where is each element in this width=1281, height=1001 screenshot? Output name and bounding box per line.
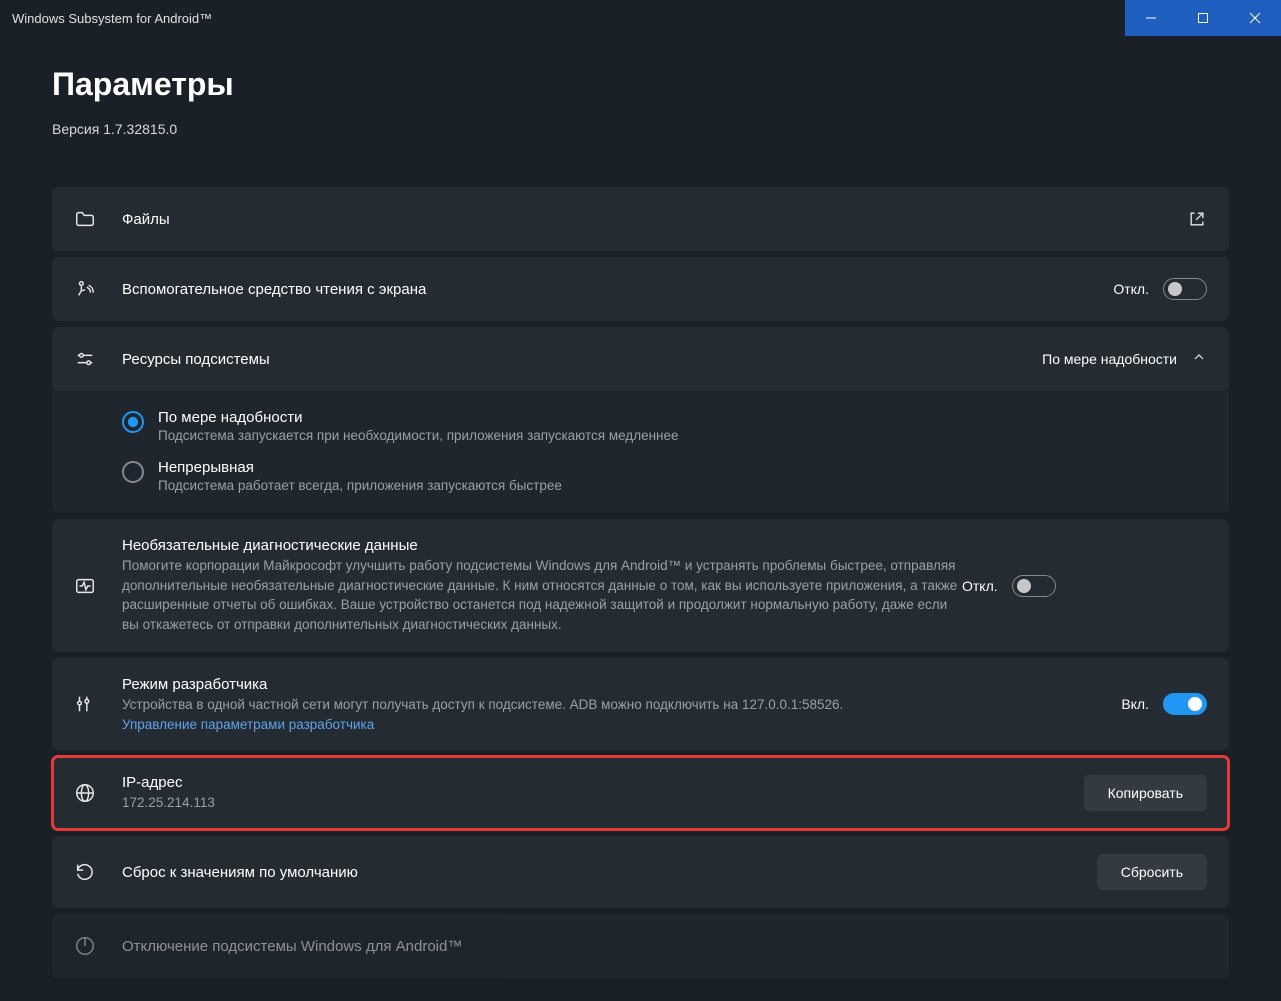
ip-value: 172.25.214.113 [122,793,1084,813]
option-title: По мере надобности [158,409,679,426]
developer-settings-link[interactable]: Управление параметрами разработчика [122,717,1121,732]
maximize-icon [1197,12,1209,24]
window-title: Windows Subsystem for Android™ [12,11,212,26]
screen-reader-status: Откл. [1113,281,1149,297]
developer-status: Вкл. [1121,696,1149,712]
undo-icon [74,861,122,883]
radio-icon [122,461,144,483]
diagnostics-toggle[interactable] [1012,575,1056,597]
resources-label: Ресурсы подсистемы [122,351,1042,368]
screen-reader-toggle[interactable] [1163,278,1207,300]
folder-icon [74,208,122,230]
minimize-icon [1145,12,1157,24]
shutdown-row: Отключение подсистемы Windows для Androi… [52,914,1229,978]
content-area: Параметры Версия 1.7.32815.0 Файлы Вспом… [0,36,1281,978]
option-title: Непрерывная [158,459,562,476]
resources-value: По мере надобности [1042,351,1177,367]
external-link-icon [1187,209,1207,229]
diagnostics-status: Откл. [962,578,998,594]
screen-reader-label: Вспомогательное средство чтения с экрана [122,281,1113,298]
activity-icon [74,575,122,597]
page-title: Параметры [52,66,1229,103]
resources-option-continuous[interactable]: Непрерывная Подсистема работает всегда, … [122,459,1207,493]
developer-desc: Устройства в одной частной сети могут по… [122,695,1121,715]
ip-address-row: IP-адрес 172.25.214.113 Копировать [52,756,1229,831]
resources-options: По мере надобности Подсистема запускаетс… [52,391,1229,513]
developer-toggle[interactable] [1163,693,1207,715]
option-desc: Подсистема запускается при необходимости… [158,428,679,443]
maximize-button[interactable] [1177,0,1229,36]
power-icon [74,935,122,957]
developer-title: Режим разработчика [122,676,1121,693]
reset-button[interactable]: Сбросить [1097,854,1207,890]
resources-option-as-needed[interactable]: По мере надобности Подсистема запускаетс… [122,409,1207,443]
developer-row: Режим разработчика Устройства в одной ча… [52,658,1229,750]
diagnostics-title: Необязательные диагностические данные [122,537,962,554]
files-row[interactable]: Файлы [52,187,1229,251]
globe-icon [74,782,122,804]
copy-button[interactable]: Копировать [1084,775,1207,811]
close-icon [1249,12,1261,24]
minimize-button[interactable] [1125,0,1177,36]
accessibility-icon [74,278,122,300]
radio-selected-icon [122,411,144,433]
version-label: Версия 1.7.32815.0 [52,121,1229,137]
titlebar: Windows Subsystem for Android™ [0,0,1281,36]
files-label: Файлы [122,211,1187,228]
sliders-icon [74,348,122,370]
resources-row[interactable]: Ресурсы подсистемы По мере надобности [52,327,1229,391]
diagnostics-desc: Помогите корпорации Майкрософт улучшить … [122,556,962,634]
ip-title: IP-адрес [122,774,1084,791]
close-button[interactable] [1229,0,1281,36]
wrench-icon [74,693,122,715]
chevron-up-icon[interactable] [1191,349,1207,370]
shutdown-title: Отключение подсистемы Windows для Androi… [122,938,1207,955]
diagnostics-row: Необязательные диагностические данные По… [52,519,1229,652]
window-controls [1125,0,1281,36]
screen-reader-row: Вспомогательное средство чтения с экрана… [52,257,1229,321]
option-desc: Подсистема работает всегда, приложения з… [158,478,562,493]
reset-title: Сброс к значениям по умолчанию [122,864,1097,881]
reset-row: Сброс к значениям по умолчанию Сбросить [52,836,1229,908]
